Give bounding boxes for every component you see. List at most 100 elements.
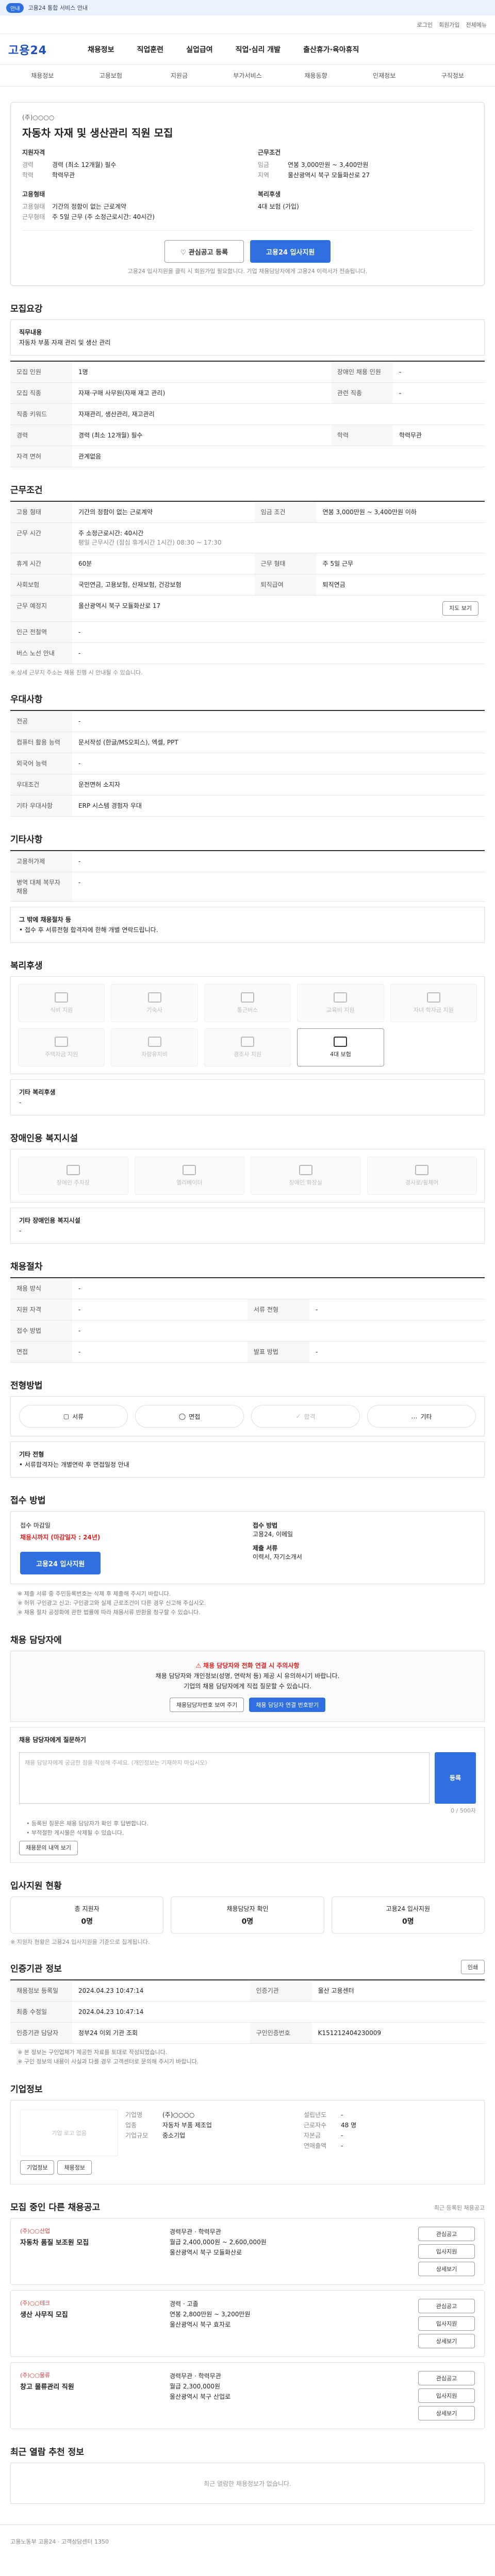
kv-key: 기업명	[125, 2111, 143, 2119]
etc-icon: …	[411, 1413, 418, 1420]
th: 모집 직종	[10, 382, 72, 404]
related-apply-button[interactable]: 입사지원	[418, 2316, 475, 2331]
sitemap-link[interactable]: 전체메뉴	[466, 21, 487, 29]
print-button[interactable]: 인쇄	[460, 1960, 485, 1974]
contact-warning: ⚠ 채용 담당자와 전화 연결 시 주의사항 채용 담당자와 개인정보(성명, …	[20, 1660, 475, 1691]
welfare-label: 자녀 학자금 지원	[413, 1007, 454, 1013]
section-title-other: 기타사항	[10, 835, 43, 845]
stat-grid: 총 지원자 0명 채용담당자 확인 0명 고용24 입사지원 0명	[10, 1896, 485, 1934]
related-scrap-button[interactable]: 관심공고	[418, 2299, 475, 2313]
get-number-button[interactable]: 채용 담당자 연결 번호받기	[249, 1698, 326, 1712]
related-title[interactable]: 창고 물류관리 직원	[20, 2381, 164, 2391]
kv-key: 자본금	[304, 2132, 321, 2139]
welfare-item: 차량유지비	[111, 1028, 198, 1066]
kv-value: -	[341, 2132, 343, 2139]
gnb-menu-unemployment[interactable]: 실업급여	[186, 44, 213, 55]
corp-jobs-button[interactable]: 채용정보	[57, 2160, 92, 2175]
show-phone-button[interactable]: 채용담당자번호 보여 주기	[169, 1698, 244, 1712]
related-company[interactable]: (주)○○물류	[20, 2371, 164, 2379]
subnav-item[interactable]: 채용동향	[282, 71, 350, 80]
related-company[interactable]: (주)○○산업	[20, 2227, 164, 2235]
facility-item: 장애인 화장실	[251, 1157, 361, 1195]
td: 2024.04.23 10:47:14	[72, 1980, 250, 2002]
related-apply-button[interactable]: 입사지원	[418, 2244, 475, 2259]
td: 경력 (최소 12개월) 필수	[72, 425, 331, 446]
gnb-menu-parental[interactable]: 출산휴가·육아휴직	[303, 44, 359, 55]
qna-textarea[interactable]: 채용 담당자에게 궁금한 점을 작성해 주세요. (개인정보는 기재하지 마십시…	[19, 1752, 430, 1804]
apply-button[interactable]: 고용24 입사지원	[250, 240, 331, 263]
gnb-menu-training[interactable]: 직업훈련	[137, 44, 164, 55]
related-company[interactable]: (주)○○테크	[20, 2299, 164, 2307]
td: -	[72, 642, 485, 664]
disabled-etc-head: 기타 장애인용 복지시설	[19, 1217, 80, 1224]
related-detail-button[interactable]: 상세보기	[418, 2406, 475, 2420]
other-text-head: 그 밖에 채용절차 등	[19, 916, 71, 923]
my-qna-button[interactable]: 채용문의 내역 보기	[19, 1841, 78, 1855]
company-name[interactable]: (주)○○○○	[22, 113, 473, 122]
related-title[interactable]: 생산 사무직 모집	[20, 2309, 164, 2319]
td: -	[392, 361, 485, 383]
section-title-related: 모집 중인 다른 채용공고	[10, 2202, 101, 2213]
gnb-menu-career[interactable]: 직업·심리 개발	[236, 44, 280, 55]
related-detail-button[interactable]: 상세보기	[418, 2334, 475, 2348]
insurance-icon	[334, 1037, 348, 1047]
related-detail-button[interactable]: 상세보기	[418, 2262, 475, 2276]
th: 모집 인원	[10, 361, 72, 383]
subnav-item[interactable]: 지원금	[145, 71, 213, 80]
th: 버스 노선 안내	[10, 642, 72, 664]
house-icon	[55, 1037, 69, 1047]
related-scrap-button[interactable]: 관심공고	[418, 2227, 475, 2241]
th: 사회보험	[10, 574, 72, 596]
subnav-item[interactable]: 채용정보	[8, 71, 77, 80]
duty-box: 직무내용 자동차 부품 자재 관리 및 생산 관리	[10, 319, 485, 355]
summary-head: 근무조건	[258, 149, 281, 156]
related-detail: 울산광역시 북구 효자로	[170, 2321, 231, 2328]
banner-text[interactable]: 고용24 통합 서비스 안내	[28, 4, 88, 12]
subnav-item[interactable]: 고용보험	[77, 71, 145, 80]
disabled-grid: 장애인 주차장 엘리베이터 장애인 화장실 경사로/휠체어	[10, 1149, 485, 1202]
kv-key: 지역	[258, 172, 270, 179]
summary-qualification: 지원자격 경력 경력 (최소 12개월) 필수 학력 학력무관	[22, 148, 237, 180]
td: ERP 시스템 경험자 우대	[72, 795, 485, 817]
related-job-item[interactable]: (주)○○물류 창고 물류관리 직원 경력무관 · 학력무관 월급 2,300,00…	[10, 2362, 485, 2429]
top-banner: 안내 고용24 통합 서비스 안내	[0, 0, 495, 15]
apply-note: 고용24 입사지원을 클릭 시 회원가입 필요합니다. 기업 채용담당자에게 고…	[127, 268, 368, 275]
related-title[interactable]: 자동차 품질 보조원 모집	[20, 2237, 164, 2247]
join-link[interactable]: 회원가입	[439, 21, 459, 29]
related-detail: 경력무관 · 학력무관	[170, 2372, 221, 2380]
th: 임금 조건	[254, 501, 317, 523]
welfare-item: 교육비 지원	[297, 984, 384, 1022]
stat-label: 고용24 입사지원	[386, 1905, 430, 1912]
site-logo[interactable]: 고용24	[8, 41, 65, 58]
kv-value: 4대 보험 (가입)	[258, 203, 299, 210]
subnav-item[interactable]: 구직정보	[418, 71, 487, 80]
welfare-label: 경조사 지원	[233, 1051, 262, 1058]
related-apply-button[interactable]: 입사지원	[418, 2388, 475, 2403]
corp-info-button[interactable]: 기업정보	[20, 2160, 55, 2175]
map-button[interactable]: 지도 보기	[442, 601, 478, 616]
related-job-item[interactable]: (주)○○테크 생산 사무직 모집 경력 · 고졸 연봉 2,800만원 ~ 3,2…	[10, 2290, 485, 2357]
td: 자재관리, 생산관리, 재고관리	[72, 403, 485, 425]
td: 정부24 이외 기관 조회	[72, 2022, 250, 2044]
th: 서류 전형	[248, 1299, 309, 1320]
td: -	[72, 753, 485, 774]
register-button[interactable]: 등록	[435, 1752, 476, 1804]
related-job-item[interactable]: (주)○○산업 자동차 품질 보조원 모집 경력무관 · 학력무관 월급 2,400…	[10, 2218, 485, 2285]
qna-note: • 부적절한 게시물은 삭제될 수 있습니다.	[26, 1829, 124, 1836]
th: 경력	[10, 425, 72, 446]
summary-head: 고용형태	[22, 191, 45, 198]
welfare-item: 통근버스	[204, 984, 291, 1022]
related-scrap-button[interactable]: 관심공고	[418, 2371, 475, 2385]
deadline-label: 접수 마감일	[20, 1522, 51, 1529]
related-detail: 울산광역시 북구 산업로	[170, 2393, 231, 2400]
td: 운전면허 소지자	[72, 774, 485, 795]
welfare-label: 통근버스	[237, 1007, 258, 1013]
th: 컴퓨터 활용 능력	[10, 732, 72, 753]
apply-button-bottom[interactable]: 고용24 입사지원	[20, 1552, 101, 1574]
welfare-item: 기숙사	[111, 984, 198, 1022]
subnav-item[interactable]: 인재정보	[350, 71, 419, 80]
scrap-button[interactable]: ♡ 관심공고 등록	[164, 240, 244, 263]
subnav-item[interactable]: 부가서비스	[213, 71, 282, 80]
gnb-menu-jobs[interactable]: 채용정보	[88, 44, 114, 55]
login-link[interactable]: 로그인	[417, 21, 433, 29]
